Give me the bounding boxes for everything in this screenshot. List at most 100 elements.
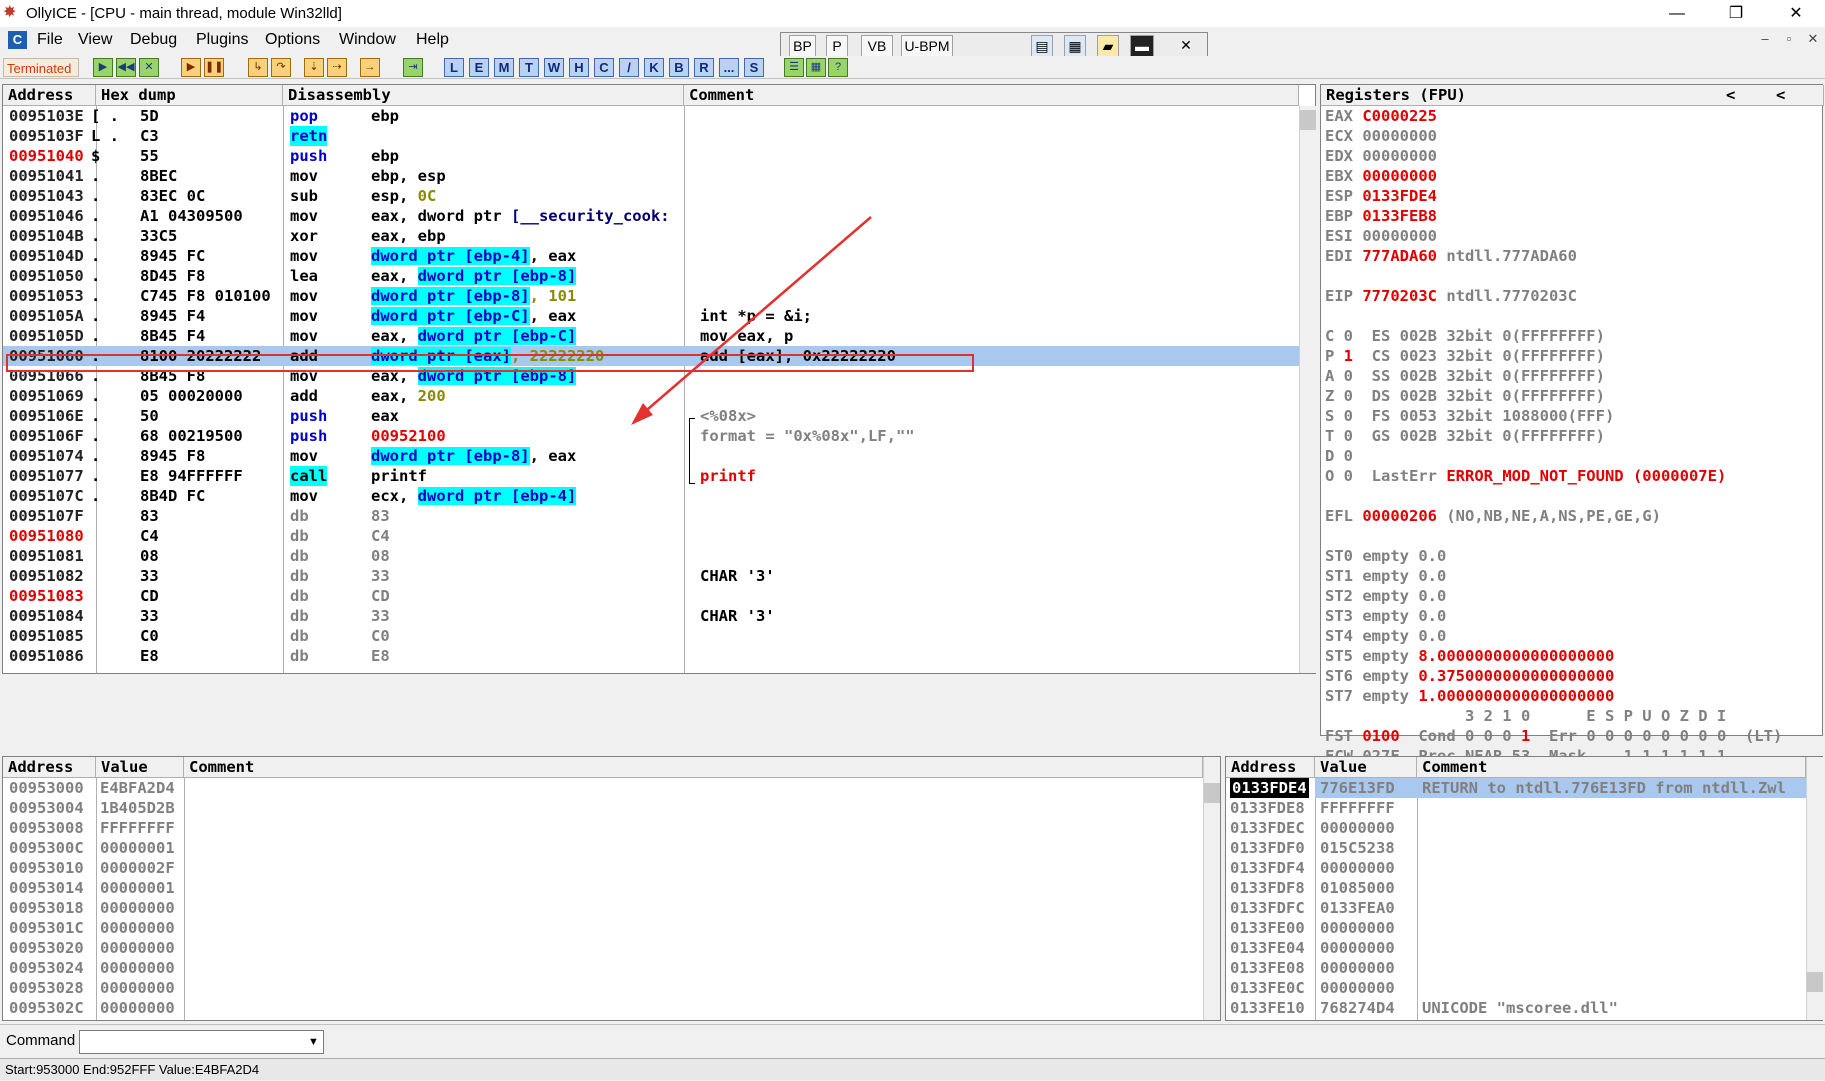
registers-pane[interactable]: Registers (FPU) < < EAX C0000225 ECX 0000… xyxy=(1320,84,1824,765)
step-over-icon[interactable]: ↷ xyxy=(271,58,291,77)
stack-row[interactable]: 0133FE0C 00000000 xyxy=(1226,978,1806,998)
collapse-icon[interactable]: < xyxy=(1776,85,1785,106)
disasm-row[interactable]: 0095103E [ . 5D pop ebp xyxy=(3,106,1299,126)
disasm-row[interactable]: 00951082 33 db 33 CHAR '3' xyxy=(3,566,1299,586)
window-button[interactable]: E xyxy=(469,58,489,77)
menu-debug[interactable]: Debug xyxy=(130,31,177,49)
register-line[interactable]: EFL 00000206 (NO,NB,NE,A,NS,PE,GE,G) xyxy=(1325,506,1661,526)
window-button[interactable]: W xyxy=(544,58,564,77)
register-line[interactable]: Z 0 DS 002B 32bit 0(FFFFFFFF) xyxy=(1325,386,1605,406)
stack-row[interactable]: 0133FE00 00000000 xyxy=(1226,918,1806,938)
register-line[interactable]: ST7 empty 1.0000000000000000000 xyxy=(1325,686,1614,706)
bp-button[interactable]: BP xyxy=(789,35,816,58)
register-line[interactable]: ST2 empty 0.0 xyxy=(1325,586,1446,606)
stack-row[interactable]: 0133FDE4 776E13FD RETURN to ntdll.776E13FD… xyxy=(1226,778,1806,798)
disasm-row[interactable]: 00951080 C4 db C4 xyxy=(3,526,1299,546)
stack-row[interactable]: 0133FDE8 FFFFFFFF xyxy=(1226,798,1806,818)
disasm-row[interactable]: 00951077. E8 94FFFFFF call printf printf xyxy=(3,466,1299,486)
vb-button[interactable]: VB xyxy=(861,35,893,58)
close-process-icon[interactable]: ✕ xyxy=(139,58,159,77)
header-address[interactable]: Address xyxy=(3,85,96,106)
header-disasm[interactable]: Disassembly xyxy=(283,85,684,106)
trace-into-icon[interactable]: ⇣ xyxy=(304,58,324,77)
minimize-button[interactable]: — xyxy=(1651,0,1703,27)
register-line[interactable]: S 0 FS 0053 32bit 1088000(FFF) xyxy=(1325,406,1614,426)
command-input[interactable] xyxy=(79,1030,324,1054)
register-line[interactable]: EDI 777ADA60 ntdll.777ADA60 xyxy=(1325,246,1577,266)
stack-header-address[interactable]: Address xyxy=(1226,757,1315,778)
dump-scrollbar[interactable] xyxy=(1203,757,1220,1020)
register-line[interactable]: EBX 00000000 xyxy=(1325,166,1437,186)
close-button[interactable]: ✕ xyxy=(1770,0,1822,27)
window-button[interactable]: B xyxy=(669,58,689,77)
stack-pane[interactable]: Address Value Comment 0133FDE4 776E13FD RE… xyxy=(1225,756,1823,1021)
folder-icon[interactable]: ▰ xyxy=(1097,35,1119,58)
register-line[interactable]: ST4 empty 0.0 xyxy=(1325,626,1446,646)
p-button[interactable]: P xyxy=(826,35,848,58)
stack-row[interactable]: 0133FE04 00000000 xyxy=(1226,938,1806,958)
disasm-row[interactable]: 00951081 08 db 08 xyxy=(3,546,1299,566)
execute-till-return-icon[interactable]: → xyxy=(360,58,380,77)
stack-row[interactable]: 0133FDFC 0133FEA0 xyxy=(1226,898,1806,918)
dump-row[interactable]: 00953010 0000002F xyxy=(3,858,1203,878)
menu-help[interactable]: Help xyxy=(416,31,449,49)
register-line[interactable]: A 0 SS 002B 32bit 0(FFFFFFFF) xyxy=(1325,366,1605,386)
register-line[interactable]: 3 2 1 0 E S P U O Z D I xyxy=(1325,706,1726,726)
stack-scrollbar[interactable] xyxy=(1806,757,1823,1020)
register-line[interactable]: EDX 00000000 xyxy=(1325,146,1437,166)
menu-view[interactable]: View xyxy=(78,31,112,49)
window-button[interactable]: T xyxy=(519,58,539,77)
disasm-row[interactable]: 0095107F 83 db 83 xyxy=(3,506,1299,526)
window-button[interactable]: K xyxy=(644,58,664,77)
register-line[interactable]: ESI 00000000 xyxy=(1325,226,1437,246)
window-button[interactable]: S xyxy=(744,58,764,77)
register-line[interactable]: EAX C0000225 xyxy=(1325,106,1437,126)
register-line[interactable]: ESP 0133FDE4 xyxy=(1325,186,1437,206)
disasm-row[interactable]: 00951040 $55 push ebp xyxy=(3,146,1299,166)
stack-header-comment[interactable]: Comment xyxy=(1417,757,1806,778)
stack-row[interactable]: 0133FDF4 00000000 xyxy=(1226,858,1806,878)
dump-row[interactable]: 0095302C 00000000 xyxy=(3,998,1203,1018)
stack-header-value[interactable]: Value xyxy=(1315,757,1417,778)
mdi-restore-button[interactable]: ▫ xyxy=(1779,31,1799,49)
disasm-row[interactable]: 00951043. 83EC 0C sub esp, 0C xyxy=(3,186,1299,206)
disasm-row[interactable]: 00951041. 8BEC mov ebp, esp xyxy=(3,166,1299,186)
goto-icon[interactable]: ⇥ xyxy=(403,58,423,77)
register-line[interactable]: FST 0100 Cond 0 0 0 1 Err 0 0 0 0 0 0 0 … xyxy=(1325,726,1782,746)
memory-dump-pane[interactable]: Address Value Comment 00953000 E4BFA2D4 00… xyxy=(2,756,1221,1021)
register-line[interactable]: ST1 empty 0.0 xyxy=(1325,566,1446,586)
options-icon[interactable]: ☰ xyxy=(784,58,804,77)
window-button[interactable]: L xyxy=(444,58,464,77)
trace-over-icon[interactable]: ⇢ xyxy=(327,58,347,77)
registers-header[interactable]: Registers (FPU) < < xyxy=(1321,85,1824,106)
dump-row[interactable]: 00953000 E4BFA2D4 xyxy=(3,778,1203,798)
appearance-icon[interactable]: ▦ xyxy=(806,58,826,77)
dump-row[interactable]: 00953004 1B405D2B xyxy=(3,798,1203,818)
disasm-row[interactable]: 0095103F L . C3 retn xyxy=(3,126,1299,146)
u-bpm-button[interactable]: U-BPM xyxy=(901,35,953,58)
stack-row[interactable]: 0133FDEC 00000000 xyxy=(1226,818,1806,838)
mdi-minimize-button[interactable]: – xyxy=(1755,31,1775,49)
disasm-row[interactable]: 00951085 C0 db C0 xyxy=(3,626,1299,646)
register-line[interactable]: ECX 00000000 xyxy=(1325,126,1437,146)
register-line[interactable]: D 0 xyxy=(1325,446,1353,466)
disasm-row[interactable]: 00951074. 8945 F8 mov dword ptr [ebp-8], ea… xyxy=(3,446,1299,466)
step-into-icon[interactable]: ↳ xyxy=(248,58,268,77)
register-line[interactable]: EIP 7770203C ntdll.7770203C xyxy=(1325,286,1577,306)
mdi-close-button[interactable]: ✕ xyxy=(1803,31,1823,49)
header-comment[interactable]: Comment xyxy=(684,85,1299,106)
menu-plugins[interactable]: Plugins xyxy=(196,31,248,49)
disasm-row[interactable]: 00951084 33 db 33 CHAR '3' xyxy=(3,606,1299,626)
register-line[interactable]: ST6 empty 0.3750000000000000000 xyxy=(1325,666,1614,686)
register-line[interactable]: ST3 empty 0.0 xyxy=(1325,606,1446,626)
dump-row[interactable]: 0095300C 00000001 xyxy=(3,838,1203,858)
help-icon[interactable]: ? xyxy=(828,58,848,77)
register-line[interactable]: C 0 ES 002B 32bit 0(FFFFFFFF) xyxy=(1325,326,1605,346)
dump-row[interactable]: 00953018 00000000 xyxy=(3,898,1203,918)
plugbar-close-button[interactable]: ✕ xyxy=(1173,35,1199,58)
header-hex[interactable]: Hex dump xyxy=(96,85,283,106)
restart-icon[interactable]: ◀◀ xyxy=(116,58,136,77)
stack-row[interactable]: 0133FDF0 015C5238 xyxy=(1226,838,1806,858)
dump-header-address[interactable]: Address xyxy=(3,757,96,778)
dump-row[interactable]: 00953014 00000001 xyxy=(3,878,1203,898)
